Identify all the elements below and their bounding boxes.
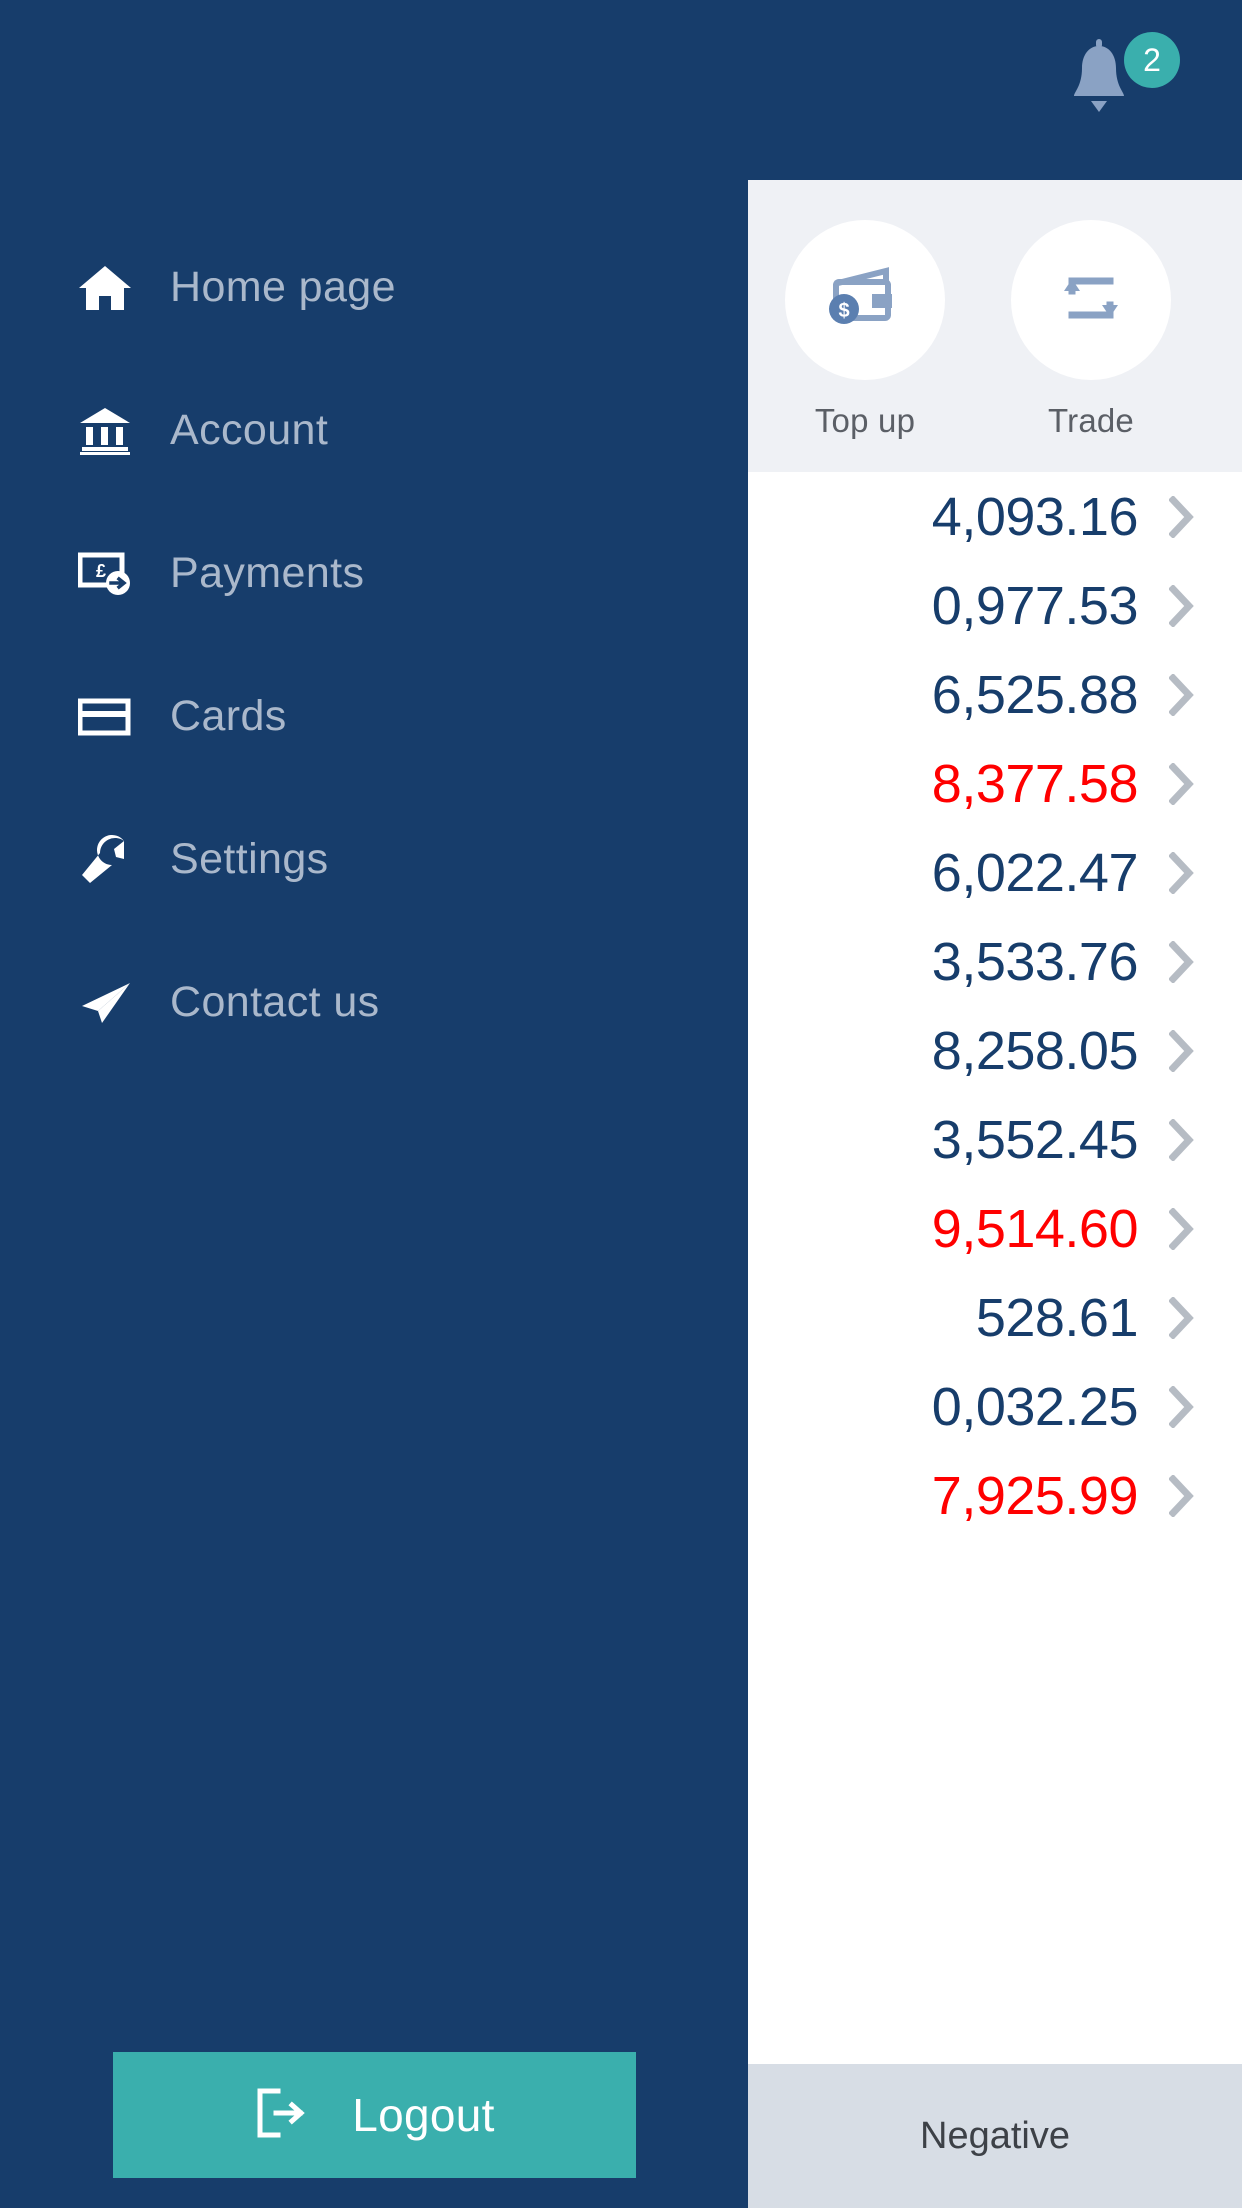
quick-action-trade[interactable]: Trade	[996, 220, 1186, 440]
balance-amount: 7,925.99	[931, 1465, 1139, 1526]
paper-plane-icon	[78, 980, 170, 1026]
chevron-right-icon[interactable]	[1152, 1118, 1212, 1161]
sidebar-item-settings[interactable]: Settings	[0, 788, 748, 931]
wrench-icon	[78, 834, 170, 885]
logout-label: Logout	[352, 2089, 495, 2141]
chevron-right-icon[interactable]	[1152, 1296, 1212, 1339]
quick-action-top-up[interactable]: $ Top up	[770, 220, 960, 440]
balance-amount: 8,377.58	[931, 753, 1139, 814]
chevron-right-icon[interactable]	[1152, 1029, 1212, 1072]
table-row[interactable]: 8,258.05	[748, 1006, 1242, 1095]
content-panel: $ Top up Trade 4,093.16 0,977.53 6,525.8…	[748, 180, 1242, 2208]
bell-icon	[1062, 39, 1136, 126]
home-icon	[78, 264, 170, 312]
sidebar-item-label: Account	[170, 406, 329, 454]
sidebar-item-cards[interactable]: Cards	[0, 645, 748, 788]
sidebar-item-label: Contact us	[170, 978, 380, 1026]
notification-badge: 2	[1124, 32, 1180, 88]
sidebar-item-label: Settings	[170, 835, 329, 883]
table-row[interactable]: 8,377.58	[748, 739, 1242, 828]
wallet-dollar-icon: $	[828, 266, 902, 334]
sidebar-drawer: Home page Account £ Payments Cards Setti…	[0, 0, 748, 2208]
top-up-button[interactable]: $	[785, 220, 945, 380]
table-row[interactable]: 0,032.25	[748, 1362, 1242, 1451]
logout-button[interactable]: Logout	[113, 2052, 636, 2178]
chevron-right-icon[interactable]	[1152, 495, 1212, 538]
sidebar-item-account[interactable]: Account	[0, 359, 748, 502]
balance-amount: 0,032.25	[931, 1376, 1139, 1437]
balance-list: 4,093.16 0,977.53 6,525.88 8,377.58 6,02…	[748, 472, 1242, 1540]
balance-amount: 528.61	[975, 1287, 1139, 1348]
svg-text:£: £	[96, 561, 106, 581]
table-row[interactable]: 3,533.76	[748, 917, 1242, 1006]
chevron-right-icon[interactable]	[1152, 673, 1212, 716]
sign-out-icon	[254, 2087, 306, 2144]
sidebar-nav: Home page Account £ Payments Cards Setti…	[0, 216, 748, 1074]
balance-amount: 3,533.76	[931, 931, 1139, 992]
sidebar-item-home-page[interactable]: Home page	[0, 216, 748, 359]
sidebar-item-label: Home page	[170, 263, 396, 311]
chevron-right-icon[interactable]	[1152, 1474, 1212, 1517]
exchange-arrows-icon	[1058, 267, 1124, 334]
chevron-right-icon[interactable]	[1152, 851, 1212, 894]
table-row[interactable]: 6,022.47	[748, 828, 1242, 917]
balance-amount: 9,514.60	[931, 1198, 1139, 1259]
credit-card-icon	[78, 697, 170, 737]
chevron-right-icon[interactable]	[1152, 1385, 1212, 1428]
chevron-right-icon[interactable]	[1152, 762, 1212, 805]
table-row[interactable]: 0,977.53	[748, 561, 1242, 650]
quick-action-label: Top up	[814, 402, 916, 439]
quick-actions-bar: $ Top up Trade	[748, 180, 1242, 472]
table-row[interactable]: 4,093.16	[748, 472, 1242, 561]
balance-amount: 6,022.47	[931, 842, 1139, 903]
sidebar-item-label: Cards	[170, 692, 287, 740]
bank-icon	[78, 406, 170, 456]
footer-label: Negative	[920, 2114, 1070, 2157]
table-row[interactable]: 9,514.60	[748, 1184, 1242, 1273]
quick-action-label: Trade	[1048, 402, 1134, 439]
sidebar-item-contact-us[interactable]: Contact us	[0, 931, 748, 1074]
balance-amount: 4,093.16	[931, 486, 1139, 547]
table-row[interactable]: 6,525.88	[748, 650, 1242, 739]
sidebar-item-label: Payments	[170, 549, 365, 597]
trade-button[interactable]	[1011, 220, 1171, 380]
balance-amount: 3,552.45	[931, 1109, 1139, 1170]
balance-amount: 6,525.88	[931, 664, 1139, 725]
balance-amount: 8,258.05	[931, 1020, 1139, 1081]
chevron-right-icon[interactable]	[1152, 1207, 1212, 1250]
table-row[interactable]: 7,925.99	[748, 1451, 1242, 1540]
balance-amount: 0,977.53	[931, 575, 1139, 636]
app-root: $ Top up Trade 4,093.16 0,977.53 6,525.8…	[0, 0, 1242, 2208]
list-footer: Negative	[748, 2064, 1242, 2208]
chevron-right-icon[interactable]	[1152, 584, 1212, 627]
svg-text:$: $	[838, 300, 849, 322]
notifications-button[interactable]: 2	[1062, 32, 1180, 128]
table-row[interactable]: 528.61	[748, 1273, 1242, 1362]
table-row[interactable]: 3,552.45	[748, 1095, 1242, 1184]
chevron-right-icon[interactable]	[1152, 940, 1212, 983]
banknote-pound-icon: £	[78, 551, 170, 597]
sidebar-item-payments[interactable]: £ Payments	[0, 502, 748, 645]
